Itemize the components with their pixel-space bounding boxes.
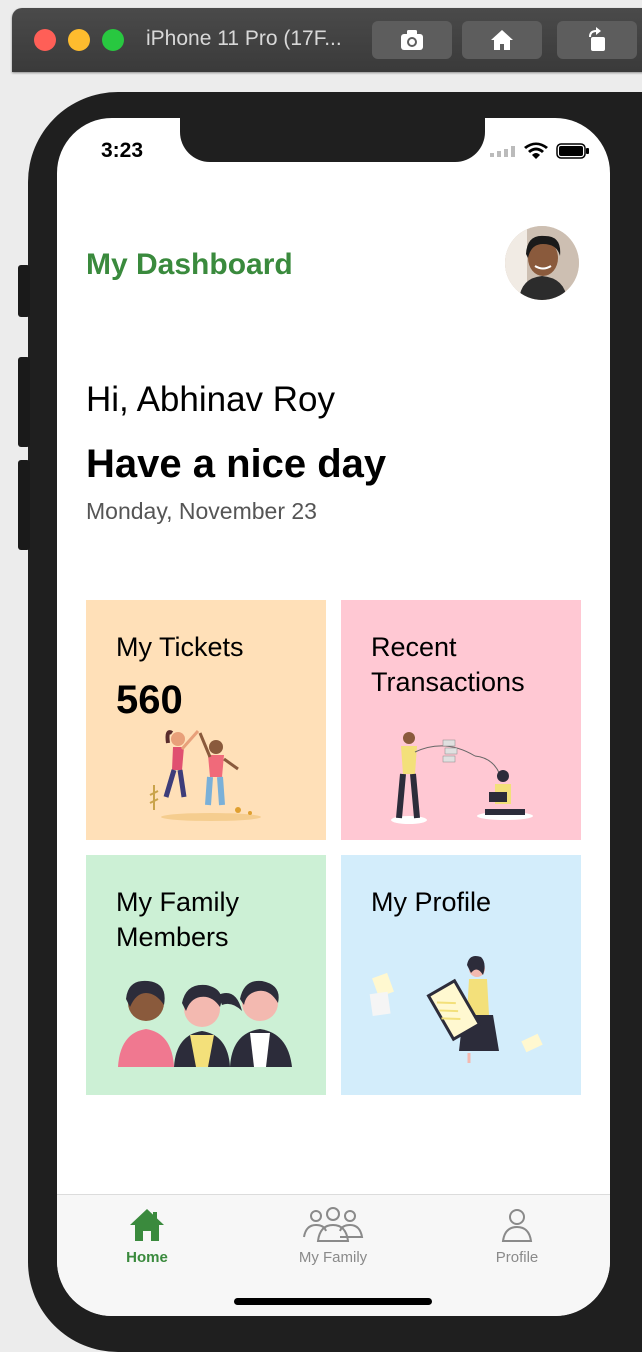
family-icon (303, 1207, 364, 1242)
zoom-window-button[interactable] (102, 29, 124, 51)
home-icon (491, 30, 513, 50)
battery-icon (556, 143, 589, 159)
camera-icon (401, 30, 423, 50)
page-title: My Dashboard (86, 248, 293, 281)
profile-illustration (369, 956, 543, 1063)
volume-down-button (18, 460, 30, 550)
greeting-name: Hi, Abhinav Roy (86, 380, 336, 419)
tab-label: My Family (298, 1249, 368, 1266)
dancing-people-illustration (149, 730, 261, 821)
close-window-button[interactable] (34, 29, 56, 51)
greeting-message: Have a nice day (86, 442, 387, 486)
notch (180, 118, 485, 162)
status-icons (490, 142, 590, 160)
family-members-illustration (118, 980, 292, 1067)
home-icon (130, 1209, 164, 1241)
volume-up-button (18, 357, 30, 447)
tab-my-family[interactable]: My Family (273, 1207, 393, 1266)
tab-profile[interactable]: Profile (457, 1207, 577, 1266)
card-title: My Family Members (116, 887, 239, 952)
rotate-button[interactable] (557, 21, 637, 59)
status-time: 3:23 (101, 139, 144, 162)
window-title: iPhone 11 Pro (17F... (146, 27, 342, 50)
home-indicator (234, 1298, 432, 1305)
my-profile-card[interactable]: My Profile (341, 855, 581, 1095)
tab-label: Profile (495, 1249, 539, 1266)
tab-label: Home (126, 1249, 168, 1266)
card-title: My Profile (371, 887, 492, 917)
person-icon (501, 1209, 533, 1242)
avatar[interactable] (505, 226, 579, 300)
transactions-illustration (391, 732, 533, 824)
card-title: Recent Transactions (371, 632, 525, 697)
recent-transactions-card[interactable]: Recent Transactions (341, 600, 581, 840)
user-photo-icon (505, 226, 579, 300)
tab-home[interactable]: Home (87, 1207, 207, 1266)
simulator-titlebar: iPhone 11 Pro (17F... (12, 8, 642, 72)
screenshot-button[interactable] (372, 21, 452, 59)
home-button[interactable] (462, 21, 542, 59)
minimize-window-button[interactable] (68, 29, 90, 51)
phone-screen: 3:23 My Dashboard Hi, Abhinav Roy Have a (57, 118, 610, 1316)
rotate-icon (589, 27, 605, 51)
tickets-count: 560 (116, 678, 183, 722)
family-members-card[interactable]: My Family Members (86, 855, 326, 1095)
my-tickets-card[interactable]: My Tickets 560 (86, 600, 326, 840)
mute-switch (18, 265, 30, 317)
card-title: My Tickets (116, 632, 244, 662)
signal-icon (490, 146, 515, 157)
wifi-icon (524, 142, 548, 159)
current-date: Monday, November 23 (86, 498, 317, 524)
